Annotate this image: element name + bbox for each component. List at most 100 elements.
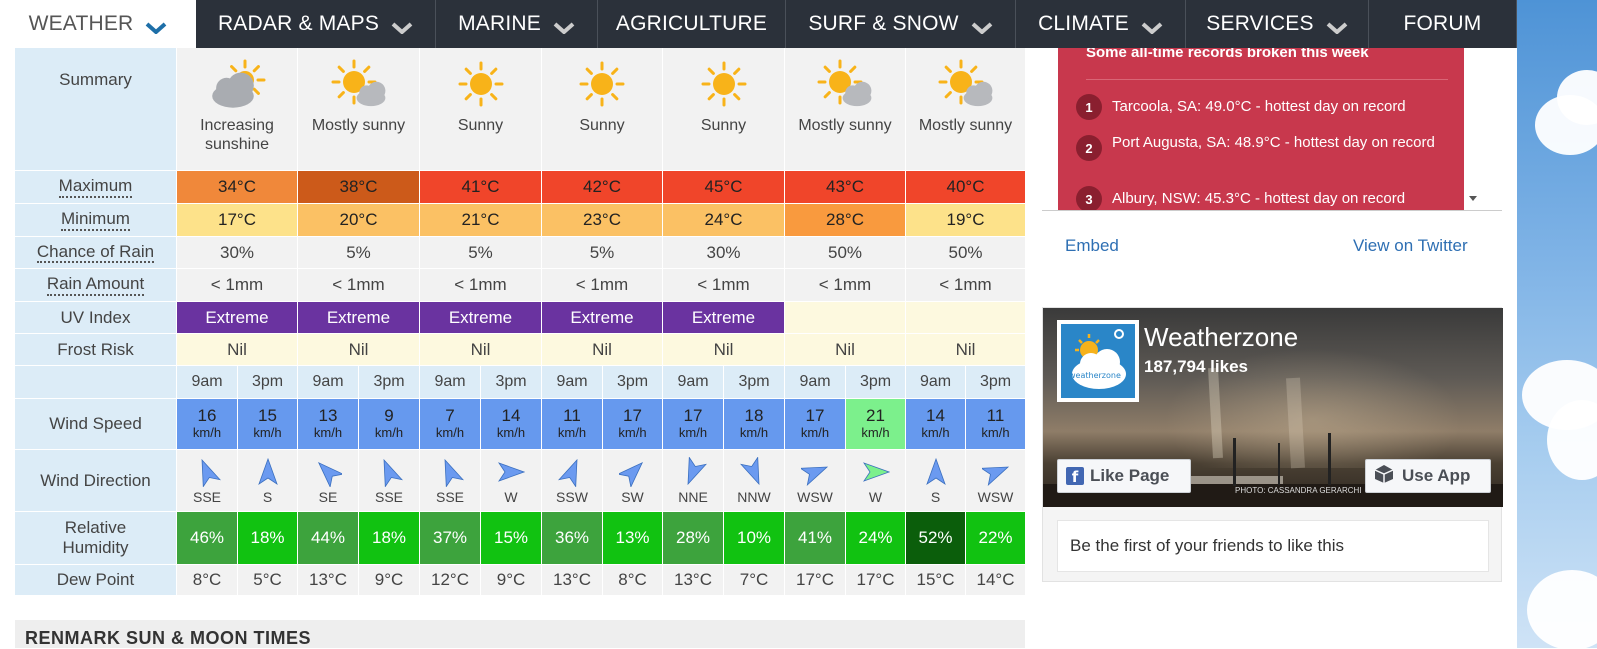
cloud-sun-icon — [205, 58, 269, 114]
nav-item-services[interactable]: SERVICES — [1186, 0, 1369, 48]
wind-speed-row: Wind Speed 16 km/h 15 km/h 13 km/h 9 km/h 7 km/h 14… — [15, 399, 1025, 450]
nav-item-surf-snow[interactable]: SURF & SNOW — [786, 0, 1016, 48]
like-page-button[interactable]: f Like Page — [1057, 459, 1191, 493]
wind-arrow-icon — [922, 457, 950, 487]
humidity-cell: 37% — [419, 512, 480, 565]
min-temp-cell: 17°C — [176, 204, 297, 237]
frost-risk-cell: Nil — [662, 334, 784, 366]
wind-arrow-icon — [497, 457, 526, 487]
nav-item-climate[interactable]: CLIMATE — [1016, 0, 1186, 48]
wind-direction-cell: W — [480, 450, 541, 512]
record-item: 3 Albury, NSW: 45.3°C - hottest day on r… — [1076, 186, 1436, 210]
facebook-cover-photo: weatherzone Weatherzone 187,794 likes f … — [1043, 308, 1503, 507]
wind-direction-cell: SW — [602, 450, 662, 512]
maximum-row-label[interactable]: Maximum — [15, 171, 176, 204]
record-text: Port Augusta, SA: 48.9°C - hottest day o… — [1112, 134, 1435, 151]
embed-link[interactable]: Embed — [1065, 236, 1119, 256]
summary-cell: Mostly sunny — [905, 48, 1025, 171]
wind-arrow-icon — [799, 457, 829, 487]
wind-speed-unit: km/h — [800, 425, 830, 440]
rain-amount-row: Rain Amount < 1mm < 1mm < 1mm < 1mm < 1mm < 1m… — [15, 269, 1025, 302]
rain-amount-cell: < 1mm — [297, 269, 419, 302]
uv-index-cell: Extreme — [297, 302, 419, 334]
max-temp-cell: 45°C — [662, 171, 784, 204]
row-label-text: UV Index — [60, 307, 131, 327]
summary-text: Sunny — [579, 117, 625, 134]
frost-risk-cell: Nil — [541, 334, 662, 366]
record-item: 1 Tarcoola, SA: 49.0°C - hottest day on … — [1076, 94, 1436, 120]
use-app-label: Use App — [1402, 466, 1471, 485]
nav-item-marine[interactable]: MARINE — [436, 0, 598, 48]
frost-risk-cell: Nil — [784, 334, 905, 366]
wind-direction-cell: NNE — [662, 450, 723, 512]
wind-speed-value: 15 — [258, 406, 277, 425]
wind-speed-value: 21 — [866, 406, 885, 425]
wind-direction-cell: SSE — [358, 450, 419, 512]
rain-chance-cell: 30% — [176, 237, 297, 269]
rain-chance-cell: 30% — [662, 237, 784, 269]
frost-risk-cell: Nil — [297, 334, 419, 366]
humidity-cell: 36% — [541, 512, 602, 565]
wind-speed-value: 16 — [197, 406, 217, 425]
wind-speed-unit: km/h — [739, 425, 769, 440]
dew-point-cell: 15°C — [905, 565, 965, 596]
nav-item-agriculture[interactable]: AGRICULTURE — [598, 0, 786, 48]
wind-direction-row: Wind Direction SSE S SE SSE SSE W SSW SW NNE NNW WS… — [15, 450, 1025, 512]
row-label-text: Summary — [59, 70, 132, 89]
time-cell: 9am — [297, 366, 358, 399]
tweet-divider — [1086, 79, 1448, 80]
weatherzone-logo[interactable]: weatherzone — [1057, 320, 1139, 402]
max-temp-cell: 34°C — [176, 171, 297, 204]
wind-direction-cell: SE — [297, 450, 358, 512]
time-cell: 9am — [784, 366, 845, 399]
max-temp-cell: 41°C — [419, 171, 541, 204]
summary-text: Sunny — [457, 117, 504, 134]
wind-direction-text: WSW — [977, 488, 1014, 505]
use-app-button[interactable]: Use App — [1365, 459, 1491, 493]
min-temp-cell: 28°C — [784, 204, 905, 237]
humidity-cell: 18% — [358, 512, 419, 565]
nav-item-radar-maps[interactable]: RADAR & MAPS — [196, 0, 436, 48]
wind-direction-text: SW — [621, 488, 644, 505]
summary-cell: Sunny — [419, 48, 541, 171]
wind-speed-unit: km/h — [921, 425, 950, 440]
tweet-scrollbar[interactable] — [1464, 48, 1482, 210]
summary-cell: Mostly sunny — [297, 48, 419, 171]
summary-text: Increasing sunshine — [200, 117, 274, 153]
minimum-row-label[interactable]: Minimum — [15, 204, 176, 237]
chevron-down-icon — [971, 16, 993, 35]
wind-speed-cell: 21 km/h — [845, 399, 905, 450]
facebook-likes-count: 187,794 likes — [1144, 357, 1248, 376]
rain-amount-cell: < 1mm — [419, 269, 541, 302]
background-sky — [1517, 0, 1597, 648]
row-label-text: Dew Point — [56, 570, 135, 590]
rain-amount-row-label[interactable]: Rain Amount — [15, 269, 176, 302]
record-text: Tarcoola, SA: 49.0°C - hottest day on re… — [1112, 98, 1406, 115]
time-cell: 9am — [419, 366, 480, 399]
facebook-page-name[interactable]: Weatherzone — [1144, 322, 1298, 353]
frost-risk-row: Frost Risk Nil Nil Nil Nil Nil Nil Nil — [15, 334, 1025, 366]
view-on-twitter-link[interactable]: View on Twitter — [1353, 236, 1468, 256]
summary-cell: Sunny — [662, 48, 784, 171]
wind-direction-cell: WSW — [784, 450, 845, 512]
humidity-cell: 18% — [237, 512, 297, 565]
wind-arrow-icon — [979, 457, 1010, 487]
wind-direction-text: SSE — [192, 488, 221, 505]
nav-item-forum[interactable]: FORUM — [1369, 0, 1517, 48]
dew-point-cell: 14°C — [965, 565, 1025, 596]
rain-chance-cell: 50% — [784, 237, 905, 269]
wind-speed-cell: 15 km/h — [237, 399, 297, 450]
time-cell: 9am — [176, 366, 237, 399]
chevron-down-icon — [553, 16, 575, 35]
chance-of-rain-row-label[interactable]: Chance of Rain — [15, 237, 176, 269]
nav-item-weather[interactable]: WEATHER — [0, 0, 196, 48]
tweet-card: Some all-time records broken this week 1… — [1058, 48, 1464, 210]
sun-moon-title: RENMARK SUN & MOON TIMES — [25, 628, 311, 648]
wind-direction-text: SSE — [435, 488, 464, 505]
frost-risk-cell: Nil — [905, 334, 1025, 366]
wind-direction-cell: S — [237, 450, 297, 512]
wind-direction-cell: W — [845, 450, 905, 512]
facebook-widget: weatherzone Weatherzone 187,794 likes f … — [1042, 307, 1503, 582]
nav-item-label: RADAR & MAPS — [217, 12, 380, 35]
uv-index-cell — [784, 302, 905, 334]
